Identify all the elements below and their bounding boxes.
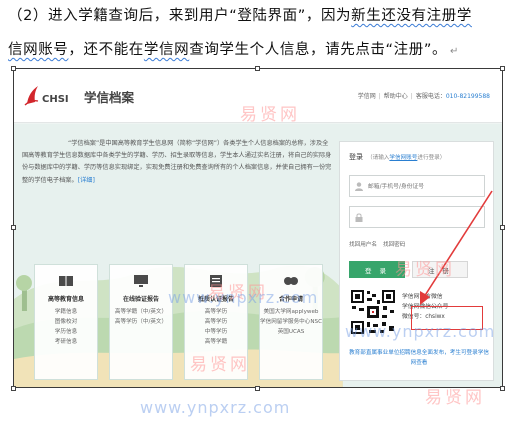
- service-phone-label: 客服电话：: [415, 93, 446, 100]
- card-title: 在线验证报告: [122, 296, 159, 303]
- user-icon: [355, 182, 363, 191]
- watermark-url: www.ynpxrz.com: [140, 398, 291, 417]
- login-hint: （请输入学信网账号进行登录）: [367, 155, 445, 161]
- doc-text-underlined: 新生还没有注册学: [351, 8, 472, 24]
- watermark: 易贤网: [395, 260, 455, 280]
- doc-text: （2）进入学籍查询后，来到用户“登陆界面”，因为: [8, 8, 352, 24]
- card-item[interactable]: 考研信息: [35, 337, 97, 347]
- card-title: 高等教育信息: [47, 296, 84, 303]
- recruitment-notice-link[interactable]: 教育部直属事业单位招聘信息全面发布，考生可登录学信网查看: [349, 348, 489, 368]
- card-item[interactable]: 高等学籍: [185, 337, 247, 347]
- card-item[interactable]: 中等学历: [185, 327, 247, 337]
- logo-text: CHSI: [42, 93, 69, 105]
- watermark-url: www.ynpxrz.com: [168, 288, 319, 307]
- card-item[interactable]: 高等学籍（中/英文）: [110, 307, 172, 317]
- resize-handle[interactable]: [500, 225, 505, 230]
- intro-detail-link[interactable]: [详细]: [78, 177, 95, 184]
- resize-handle[interactable]: [11, 66, 16, 71]
- login-title: 登录 （请输入学信网账号进行登录）: [349, 152, 445, 162]
- watermark: 易贤网: [190, 355, 250, 375]
- doc-text: ，还不能在: [68, 42, 144, 58]
- card-item[interactable]: 美国大学网applyweb: [260, 307, 322, 317]
- card-item[interactable]: 英国UCAS: [260, 327, 322, 337]
- card-item[interactable]: 图像校对: [35, 317, 97, 327]
- doc-line-1: （2）进入学籍查询后，来到用户“登陆界面”，因为新生还没有注册学: [8, 4, 472, 25]
- service-phone: 010-82199588: [445, 93, 490, 100]
- intro-paragraph: “学信档案”是中国高等教育学生信息网（简称“学信网”）各类学生个人信息档案的总称…: [22, 138, 334, 187]
- lock-icon: [355, 213, 363, 222]
- resize-handle[interactable]: [11, 386, 16, 391]
- doc-line-2: 信网账号，还不能在学信网查询学生个人信息，请先点击“注册”。 ↵: [8, 38, 459, 59]
- card-item[interactable]: 学历信息: [35, 327, 97, 337]
- doc-text-underlined: 学信网: [143, 42, 190, 58]
- top-nav: 学信网 | 帮助中心 | 客服电话：010-82199588: [357, 93, 490, 100]
- chsi-logo[interactable]: CHSI: [24, 84, 69, 106]
- card-item[interactable]: 高等学历: [185, 307, 247, 317]
- nav-link-chsi[interactable]: 学信网: [358, 93, 376, 100]
- resize-handle[interactable]: [500, 66, 505, 71]
- chsi-logo-icon: [24, 86, 39, 106]
- site-title: 学信档案: [84, 90, 135, 105]
- doc-text: 查询学生个人信息，请先点击“注册”。: [189, 42, 448, 58]
- book-icon: [59, 276, 73, 286]
- resize-handle[interactable]: [255, 66, 260, 71]
- nav-link-help[interactable]: 帮助中心: [384, 93, 408, 100]
- annotation-arrow-icon: [420, 190, 493, 305]
- watermark: 易贤网: [240, 105, 300, 125]
- login-title-text: 登录: [349, 153, 363, 161]
- intro-text: “学信档案”是中国高等教育学生信息网（简称“学信网”）各类学生个人信息档案的总称…: [22, 140, 332, 184]
- paragraph-mark-icon: ↵: [450, 46, 460, 57]
- monitor-icon: [134, 275, 148, 287]
- service-card-cooperation[interactable]: 合作申请 美国大学网applyweb 学信网留学服务中心NSC 英国UCAS: [259, 264, 323, 380]
- resize-handle[interactable]: [255, 386, 260, 391]
- card-item[interactable]: 高等学历: [185, 317, 247, 327]
- service-card-online-report[interactable]: 在线验证报告 高等学籍（中/英文） 高等学历（中/英文）: [109, 264, 173, 380]
- card-item[interactable]: 学籍信息: [35, 307, 97, 317]
- card-item[interactable]: 高等学历（中/英文）: [110, 317, 172, 327]
- service-card-higher-edu[interactable]: 高等教育信息 学籍信息 图像校对 学历信息 考研信息: [34, 264, 98, 380]
- login-hint-post: 进行登录）: [417, 155, 446, 161]
- watermark-url: www.ynpxrz.com: [345, 322, 496, 341]
- card-item[interactable]: 学信网留学服务中心NSC: [260, 317, 322, 327]
- handshake-icon: [284, 277, 298, 285]
- login-hint-account-link[interactable]: 学信网账号: [389, 155, 417, 161]
- resize-handle[interactable]: [11, 225, 16, 230]
- login-hint-pre: （请输入: [367, 155, 390, 161]
- doc-text-underlined: 信网账号: [8, 42, 69, 58]
- resize-handle[interactable]: [500, 386, 505, 391]
- watermark: 易贤网: [425, 388, 485, 408]
